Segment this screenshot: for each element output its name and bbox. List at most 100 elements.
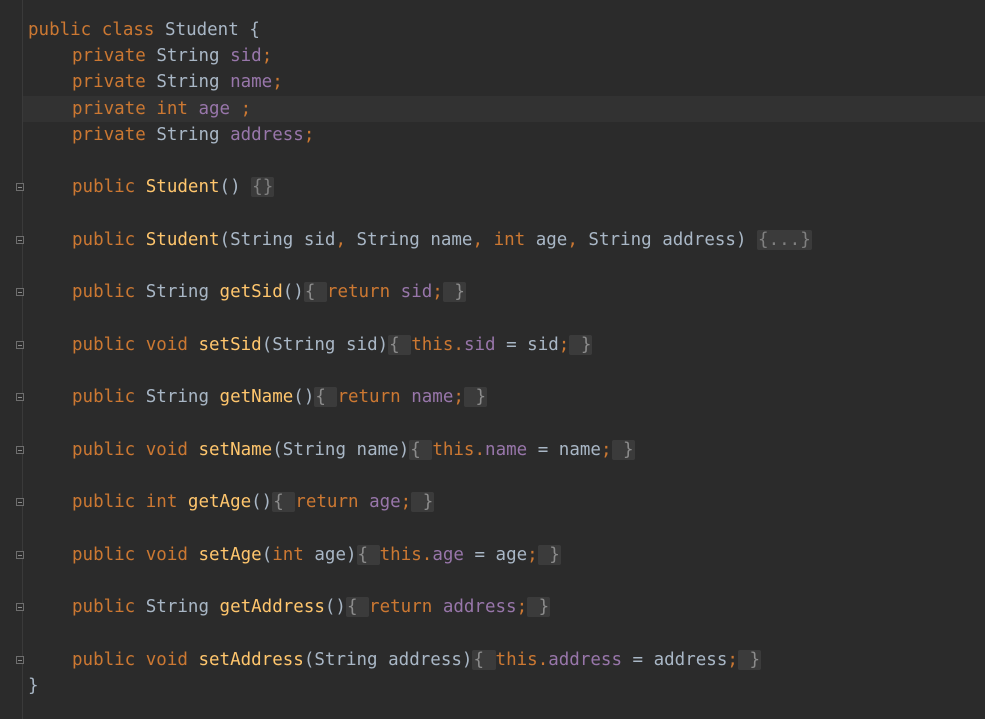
keyword: public [72, 282, 136, 302]
code-line-set-name[interactable]: public void setName(String name){ this.n… [28, 437, 635, 463]
fold-toggle-icon[interactable] [16, 183, 24, 191]
fold-toggle-icon[interactable] [16, 603, 24, 611]
dot: . [453, 335, 464, 355]
field-name: address [548, 650, 622, 670]
type-name: String [145, 282, 209, 302]
code-line-set-address[interactable]: public void setAddress(String address){ … [28, 647, 761, 673]
folded-brace-close[interactable]: } [569, 335, 593, 355]
keyword: private [72, 99, 146, 119]
keyword: void [145, 335, 188, 355]
folded-brace-close[interactable]: } [537, 545, 561, 565]
folded-brace-close[interactable]: } [737, 650, 761, 670]
fold-toggle-icon[interactable] [16, 393, 24, 401]
code-line-field-address[interactable]: private String address; [28, 122, 314, 148]
code-line-field-age[interactable]: private int age ; [28, 96, 251, 122]
folded-brace-close[interactable]: } [442, 282, 466, 302]
code-line-set-age[interactable]: public void setAge(int age){ this.age = … [28, 542, 561, 568]
paren: ) [398, 440, 410, 460]
code-line-field-sid[interactable]: private String sid; [28, 43, 272, 69]
folded-brace-open[interactable]: { [345, 597, 370, 617]
code-line-set-sid[interactable]: public void setSid(String sid){ this.sid… [28, 332, 593, 358]
param-name: name [356, 440, 399, 460]
semicolon: ; [558, 335, 570, 355]
paren: ) [377, 335, 389, 355]
keyword: return [369, 597, 433, 617]
comma: , [567, 230, 578, 250]
folded-brace-open[interactable]: { [303, 282, 327, 302]
param-name: address [653, 650, 728, 670]
field-name: address [442, 597, 517, 617]
folded-block[interactable]: {...} [757, 230, 812, 250]
paren: ) [346, 545, 357, 565]
field-name: sid [230, 46, 262, 66]
editor-gutter [0, 0, 22, 719]
assign: = [527, 440, 559, 460]
folded-brace-close[interactable]: } [527, 597, 551, 617]
folded-brace-open[interactable]: { [272, 492, 296, 512]
fold-toggle-icon[interactable] [16, 551, 24, 559]
fold-toggle-icon[interactable] [16, 446, 24, 454]
type-name: String [145, 387, 209, 407]
folded-block[interactable]: {} [251, 177, 275, 197]
code-editor[interactable]: public class Student { private String si… [0, 0, 985, 719]
folded-brace-open[interactable]: { [388, 335, 412, 355]
keyword: this [495, 650, 538, 670]
keyword: public [72, 335, 136, 355]
code-line-field-name[interactable]: private String name; [28, 69, 283, 95]
field-name: age [369, 492, 401, 512]
parens: () [282, 282, 304, 302]
fold-toggle-icon[interactable] [16, 498, 24, 506]
folded-brace-close[interactable]: } [463, 387, 487, 407]
code-line-get-name[interactable]: public String getName(){ return name; } [28, 384, 487, 410]
folded-brace-open[interactable]: { [472, 650, 496, 670]
method-name: getName [219, 387, 294, 407]
method-name: getAddress [219, 597, 325, 617]
fold-toggle-icon[interactable] [16, 236, 24, 244]
keyword: void [145, 650, 188, 670]
param-name: age [495, 545, 528, 565]
param-name: sid [303, 230, 336, 250]
folded-brace-open[interactable]: { [409, 440, 433, 460]
type-name: int [145, 492, 178, 512]
code-line-get-sid[interactable]: public String getSid(){ return sid; } [28, 279, 466, 305]
type-name: int [156, 99, 188, 119]
code-line-constructor-default[interactable]: public Student() {} [28, 174, 275, 200]
field-name: sid [463, 335, 496, 355]
semicolon: ; [230, 99, 252, 119]
semicolon: ; [516, 597, 528, 617]
folded-brace-close[interactable]: } [611, 440, 635, 460]
brace: } [28, 676, 39, 696]
fold-toggle-icon[interactable] [16, 341, 24, 349]
keyword: return [295, 492, 359, 512]
code-line-class-end[interactable]: } [28, 673, 39, 699]
field-name: sid [400, 282, 433, 302]
fold-toggle-icon[interactable] [16, 288, 24, 296]
field-name: address [230, 125, 304, 145]
code-line-get-address[interactable]: public String getAddress(){ return addre… [28, 594, 551, 620]
type-name: String [230, 230, 294, 250]
dot: . [537, 650, 549, 670]
fold-toggle-icon[interactable] [16, 656, 24, 664]
semicolon: ; [400, 492, 412, 512]
folded-brace-close[interactable]: } [411, 492, 435, 512]
param-name: address [662, 230, 736, 250]
type-name: int [493, 230, 526, 250]
semicolon: ; [727, 650, 738, 670]
keyword: public [72, 545, 136, 565]
param-name: age [314, 545, 346, 565]
method-name: setName [198, 440, 273, 460]
code-line-get-age[interactable]: public int getAge(){ return age; } [28, 489, 435, 515]
folded-brace-open[interactable]: { [356, 545, 380, 565]
folded-brace-open[interactable]: { [314, 387, 338, 407]
method-name: Student [145, 230, 220, 250]
code-line-constructor-full[interactable]: public Student(String sid, String name, … [28, 227, 812, 253]
keyword: class [101, 20, 155, 40]
keyword: public [72, 492, 136, 512]
type-name: String [314, 650, 378, 670]
type-name: String [356, 230, 420, 250]
code-line-class-declaration[interactable]: public class Student { [28, 17, 260, 43]
keyword: public [28, 20, 92, 40]
type-name: String [588, 230, 652, 250]
paren: ( [261, 545, 273, 565]
parens: () [293, 387, 315, 407]
